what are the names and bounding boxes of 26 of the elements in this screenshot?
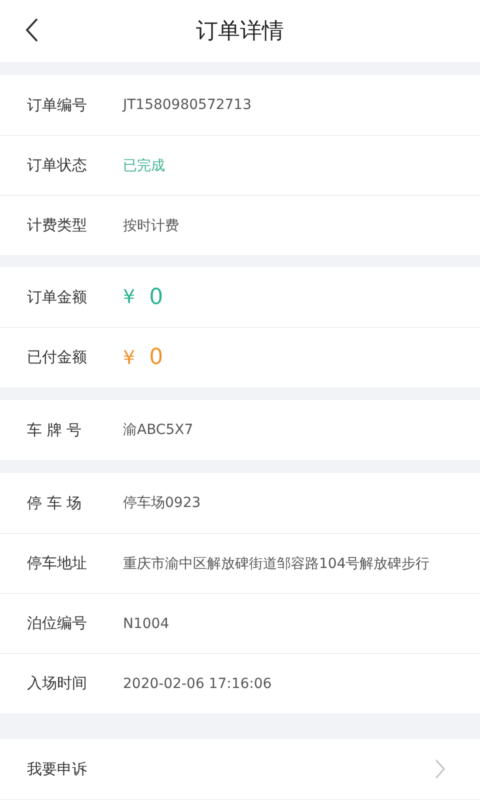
appeal-link[interactable]: 我要申诉: [27, 739, 480, 799]
field-value: 渝ABC5X7: [123, 421, 194, 439]
field-value: N1004: [123, 616, 170, 632]
field-label: 入场时间: [27, 674, 88, 693]
field-label: 订单金额: [27, 288, 88, 306]
field-value: 重庆市渝中区解放碑街道邹容路104号解放碑步行: [123, 554, 430, 572]
field-value: 2020-02-06 17:16:06: [123, 676, 272, 692]
field-label: 已付金额: [27, 348, 88, 367]
amount-value: 0: [149, 345, 164, 370]
field-label: 订单编号: [27, 96, 88, 114]
field-label: 车 牌 号: [27, 420, 83, 440]
currency-symbol: ¥: [123, 346, 136, 368]
field-label: 订单状态: [27, 156, 88, 175]
status-value: 已完成: [123, 156, 165, 174]
field-value: 停车场0923: [123, 494, 201, 512]
currency-symbol: ¥: [123, 286, 136, 308]
page-title: 订单详情: [196, 18, 284, 46]
field-value: 按时计费: [123, 216, 179, 234]
field-value: JT1580980572713: [123, 97, 252, 113]
back-icon: [25, 17, 39, 43]
field-label: 停车地址: [27, 554, 88, 573]
chevron-right-icon: [434, 758, 446, 780]
field-label: 停 车 场: [27, 494, 83, 512]
field-label: 计费类型: [27, 216, 88, 235]
amount-value: 0: [149, 284, 164, 310]
field-label: 泊位编号: [27, 614, 88, 633]
